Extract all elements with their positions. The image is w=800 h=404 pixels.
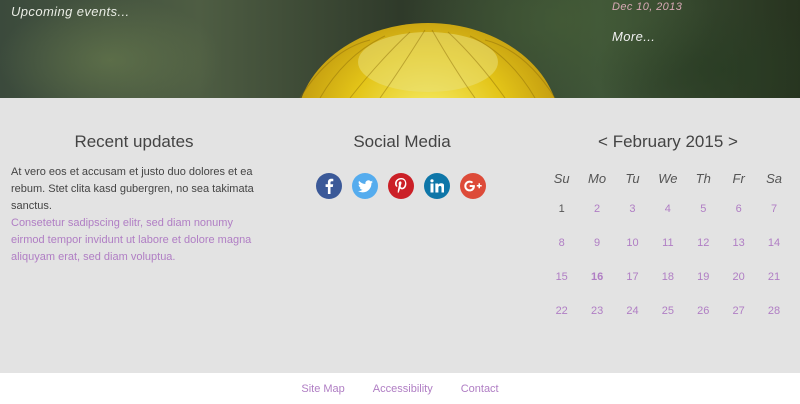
weekday-label: Su <box>553 170 570 186</box>
calendar-month-label: February 2015 <box>612 132 724 151</box>
footer: Site Map Accessibility Contact <box>0 373 800 404</box>
calendar-day: 1 <box>558 203 565 215</box>
calendar-week-row: 1 2 3 4 5 6 7 <box>544 192 792 226</box>
calendar-day[interactable]: 22 <box>544 305 579 317</box>
calendar-day[interactable]: 18 <box>650 271 685 283</box>
content-band: Recent updates At vero eos et accusam et… <box>0 98 800 373</box>
social-icons <box>316 173 486 199</box>
calendar-day[interactable]: 11 <box>650 237 685 249</box>
social-media-title: Social Media <box>353 132 451 151</box>
calendar-day[interactable]: 20 <box>721 271 756 283</box>
calendar-week-row: 8 9 10 11 12 13 14 <box>544 226 792 260</box>
calendar-next-button[interactable]: > <box>728 132 738 151</box>
calendar-day[interactable]: 9 <box>579 237 614 249</box>
calendar-day[interactable]: 19 <box>686 271 721 283</box>
weekday-label: We <box>658 170 678 186</box>
calendar-header: < February 2015 > <box>544 132 792 152</box>
calendar-day[interactable]: 26 <box>686 305 721 317</box>
facebook-icon[interactable] <box>316 173 342 199</box>
calendar-day[interactable]: 28 <box>756 305 791 317</box>
calendar-day[interactable]: 25 <box>650 305 685 317</box>
updates-text: At vero eos et accusam et justo duo dolo… <box>11 166 254 212</box>
calendar-day[interactable]: 14 <box>756 237 791 249</box>
twitter-icon[interactable] <box>352 173 378 199</box>
calendar-weekday-row: Su Mo Tu We Th Fr Sa <box>544 164 792 192</box>
calendar-day[interactable]: 4 <box>650 203 685 215</box>
calendar-day[interactable]: 27 <box>721 305 756 317</box>
hero-banner: Upcoming events... Dec 10, 2013 More... <box>0 0 800 98</box>
upcoming-events-heading: Upcoming events... <box>11 4 130 19</box>
pinterest-icon[interactable] <box>388 173 414 199</box>
google-plus-icon[interactable] <box>460 173 486 199</box>
calendar-day[interactable]: 17 <box>615 271 650 283</box>
calendar-prev-button[interactable]: < <box>598 132 608 151</box>
calendar-week-row: 15 16 17 18 19 20 21 <box>544 260 792 294</box>
calendar-day[interactable]: 2 <box>579 203 614 215</box>
footer-link-accessibility[interactable]: Accessibility <box>373 383 433 395</box>
calendar-day[interactable]: 8 <box>544 237 579 249</box>
footer-link-contact[interactable]: Contact <box>461 383 499 395</box>
event-date: Dec 10, 2013 <box>612 1 683 13</box>
calendar-day[interactable]: 10 <box>615 237 650 249</box>
recent-updates-title: Recent updates <box>74 132 194 151</box>
linkedin-icon[interactable] <box>424 173 450 199</box>
weekday-label: Mo <box>588 170 607 186</box>
calendar-day[interactable]: 12 <box>686 237 721 249</box>
calendar-day[interactable]: 3 <box>615 203 650 215</box>
calendar-day-today[interactable]: 16 <box>579 271 614 283</box>
calendar-week-row: 22 23 24 25 26 27 28 <box>544 294 792 328</box>
calendar-day[interactable]: 6 <box>721 203 756 215</box>
footer-link-site-map[interactable]: Site Map <box>301 383 344 395</box>
calendar-day[interactable]: 5 <box>686 203 721 215</box>
weekday-label: Sa <box>766 170 782 186</box>
calendar-grid: Su Mo Tu We Th Fr Sa 1 2 3 4 5 6 7 8 9 1… <box>544 164 792 328</box>
calendar-day[interactable]: 13 <box>721 237 756 249</box>
weekday-label: Th <box>695 170 711 186</box>
more-link[interactable]: More... <box>612 29 655 44</box>
updates-link[interactable]: Consetetur sadipscing elitr, sed diam no… <box>11 215 261 266</box>
recent-updates-body: At vero eos et accusam et justo duo dolo… <box>11 164 261 266</box>
weekday-label: Fr <box>732 170 745 186</box>
calendar-day[interactable]: 24 <box>615 305 650 317</box>
calendar-day[interactable]: 23 <box>579 305 614 317</box>
calendar-day[interactable]: 21 <box>756 271 791 283</box>
weekday-label: Tu <box>625 170 640 186</box>
calendar-day[interactable]: 15 <box>544 271 579 283</box>
calendar-day[interactable]: 7 <box>756 203 791 215</box>
